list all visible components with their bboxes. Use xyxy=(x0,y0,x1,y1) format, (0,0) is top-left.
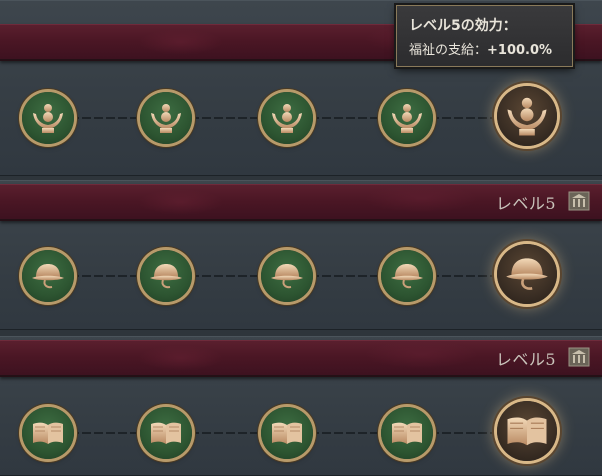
welfare-hands-icon xyxy=(507,97,547,136)
perk-node-level-2[interactable] xyxy=(140,250,192,302)
perk-node-level-3[interactable] xyxy=(261,92,313,144)
perk-node-level-2[interactable] xyxy=(140,92,192,144)
perk-node-level-1[interactable] xyxy=(22,250,74,302)
perk-node-level-5[interactable] xyxy=(497,401,557,461)
welfare-hands-icon xyxy=(392,104,422,133)
perk-row-helmet: レベル5 xyxy=(0,180,602,330)
perk-node-level-4[interactable] xyxy=(381,407,433,459)
perk-row-book: レベル5 xyxy=(0,336,602,476)
helmet-icon xyxy=(31,263,65,289)
level-effect-tooltip: レベル5の効力： 福祉の支給：+100.0% xyxy=(396,5,573,67)
book-icon xyxy=(32,422,64,445)
helmet-icon xyxy=(504,257,550,290)
perk-node-level-4[interactable] xyxy=(381,92,433,144)
perk-node-level-3[interactable] xyxy=(261,250,313,302)
effect-value: +100.0% xyxy=(487,43,553,58)
book-icon xyxy=(391,422,423,445)
perk-node-level-1[interactable] xyxy=(22,407,74,459)
tooltip-effect-line: 福祉の支給：+100.0% xyxy=(409,39,552,58)
perk-node-level-5[interactable] xyxy=(497,86,557,146)
building-icon xyxy=(568,347,590,367)
book-icon xyxy=(506,416,548,446)
perk-node-level-4[interactable] xyxy=(381,250,433,302)
helmet-icon xyxy=(149,263,183,289)
welfare-hands-icon xyxy=(33,104,63,133)
row-banner: レベル5 xyxy=(0,340,602,377)
helmet-icon xyxy=(390,263,424,289)
perk-node-level-5[interactable] xyxy=(497,244,557,304)
effect-label: 福祉の支給： xyxy=(409,43,488,58)
welfare-hands-icon xyxy=(272,104,302,133)
book-icon xyxy=(271,422,303,445)
tooltip-title: レベル5の効力： xyxy=(409,18,517,34)
book-icon xyxy=(150,422,182,445)
perk-node-level-2[interactable] xyxy=(140,407,192,459)
level-label: レベル5 xyxy=(495,350,556,369)
helmet-icon xyxy=(270,263,304,289)
level-label: レベル5 xyxy=(495,194,556,213)
perk-node-level-3[interactable] xyxy=(261,407,313,459)
welfare-hands-icon xyxy=(151,104,181,133)
perk-node-level-1[interactable] xyxy=(22,92,74,144)
building-icon xyxy=(568,191,590,211)
row-banner: レベル5 xyxy=(0,184,602,221)
